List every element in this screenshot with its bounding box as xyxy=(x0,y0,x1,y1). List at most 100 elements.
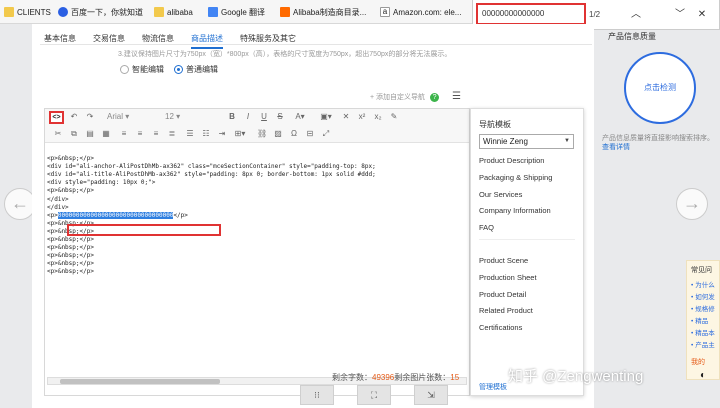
bookmark-alibaba-directory[interactable]: Alibaba制造商目录... xyxy=(280,6,366,18)
text-color-icon[interactable]: A▾ xyxy=(293,111,307,123)
unlink-icon[interactable]: ⛓ xyxy=(257,128,267,140)
hr-icon[interactable]: ⊟ xyxy=(305,128,315,140)
nav-template-select[interactable]: Winnie Zeng ▼ xyxy=(479,134,574,149)
font-family-select[interactable]: Arial ▾ xyxy=(107,111,155,123)
bookmark-google-translate[interactable]: Google 翻译 xyxy=(208,6,265,18)
numbered-list-icon[interactable]: ☷ xyxy=(201,128,211,140)
align-center-icon[interactable]: ≡ xyxy=(135,128,145,140)
arrow-left-icon: ← xyxy=(11,193,29,213)
faq-item[interactable]: 为什么 xyxy=(691,279,715,289)
bullet-list-icon[interactable]: ☰ xyxy=(185,128,195,140)
faq-box: 常见问 为什么 如何发 规格修 精品 精品本 产品主 我的 xyxy=(686,260,720,380)
indent-icon[interactable]: ⇥ xyxy=(217,128,227,140)
clear-icon[interactable]: ✎ xyxy=(389,111,399,123)
undo-icon[interactable]: ↶ xyxy=(69,111,79,123)
find-input[interactable]: 00000000000000 xyxy=(476,3,586,25)
smart-edit-radio[interactable] xyxy=(120,65,129,75)
image-size-hint: 3.建议保持图片尺寸为750px（宽）*800px（高），表格的尺寸宽度为750… xyxy=(118,51,452,58)
strikethrough-icon[interactable]: S xyxy=(275,111,285,123)
image-icon[interactable]: ▨ xyxy=(273,128,283,140)
italic-icon[interactable]: I xyxy=(243,111,253,123)
font-family-value: Arial xyxy=(107,112,124,121)
align-justify-icon[interactable]: ≣ xyxy=(167,128,177,140)
images-value: 15 xyxy=(450,373,460,382)
font-size-select[interactable]: 12 ▾ xyxy=(165,111,215,123)
nav-item-related-product[interactable]: Related Product xyxy=(479,303,579,320)
align-right-icon[interactable]: ≡ xyxy=(151,128,161,140)
find-next-button[interactable]: ﹀ xyxy=(671,6,689,24)
fit-view-button[interactable]: ⛶ xyxy=(357,385,391,405)
help-icon[interactable]: ? xyxy=(430,92,440,102)
nav-item-product-scene[interactable]: Product Scene xyxy=(479,253,579,270)
bookmark-alibaba[interactable]: alibaba xyxy=(154,6,193,18)
tab-basic-info[interactable]: 基本信息 xyxy=(44,30,76,49)
export-button[interactable]: ⇲ xyxy=(414,385,448,405)
copy-icon[interactable]: ⧉ xyxy=(69,128,79,140)
faq-more[interactable]: 我的 xyxy=(691,357,705,367)
tab-special-services[interactable]: 特殊服务及其它 xyxy=(240,30,296,49)
check-quality-button[interactable]: 点击检测 xyxy=(624,52,696,124)
editor-toolbar: <> ↶ ↷ Arial ▾ 12 ▾ B I U S A▾ ▣▾ ✕ x² x… xyxy=(45,109,469,143)
nav-item-company-information[interactable]: Company Information xyxy=(479,203,579,220)
quality-description: 产品信息质量将直接影响搜索排序。查看详情 xyxy=(602,134,718,152)
nav-item-product-detail[interactable]: Product Detail xyxy=(479,287,579,304)
fullscreen-icon[interactable]: ⤢ xyxy=(321,128,331,140)
baidu-paw-icon xyxy=(58,7,68,17)
nav-item-production-sheet[interactable]: Production Sheet xyxy=(479,270,579,287)
add-custom-nav-link[interactable]: + 添加自定义导航? xyxy=(370,92,440,102)
find-prev-button[interactable]: ︿ xyxy=(627,6,645,24)
tab-product-description[interactable]: 商品描述 xyxy=(191,30,223,49)
faq-item[interactable]: 产品主 xyxy=(691,339,715,349)
special-char-icon[interactable]: Ω xyxy=(289,128,299,140)
form-tabs: 基本信息 交易信息 物流信息 商品描述 特殊服务及其它 xyxy=(44,30,296,49)
code-line: <p>&nbsp;</p> xyxy=(47,260,94,268)
normal-edit-radio[interactable] xyxy=(174,65,183,75)
source-code-area[interactable]: <p>&nbsp;</p> <div id="ali-anchor-AliPos… xyxy=(47,147,467,277)
nav-item-certifications[interactable]: Certifications xyxy=(479,320,579,337)
find-close-button[interactable]: ✕ xyxy=(693,6,711,24)
faq-item[interactable]: 规格修 xyxy=(691,303,715,313)
code-line: <p>&nbsp;</p> xyxy=(47,236,94,244)
hamburger-menu-icon[interactable]: ☰ xyxy=(452,91,461,102)
nav-item-packaging-shipping[interactable]: Packaging & Shipping xyxy=(479,170,579,187)
cut-icon[interactable]: ✂ xyxy=(53,128,63,140)
remove-format-icon[interactable]: ✕ xyxy=(341,111,351,123)
align-left-icon[interactable]: ≡ xyxy=(119,128,129,140)
view-details-link[interactable]: 查看详情 xyxy=(602,144,630,151)
faq-item[interactable]: 精品本 xyxy=(691,327,715,337)
faq-item[interactable]: 如何发 xyxy=(691,291,715,301)
superscript-icon[interactable]: x² xyxy=(357,111,367,123)
bookmark-label: CLIENTS xyxy=(17,7,51,17)
tab-logistics-info[interactable]: 物流信息 xyxy=(142,30,174,49)
caret-down-icon: ▼ xyxy=(564,138,570,144)
tabs-divider xyxy=(40,44,592,45)
bold-icon[interactable]: B xyxy=(227,111,237,123)
underline-icon[interactable]: U xyxy=(259,111,269,123)
grid-view-button[interactable]: ⁝⁝ xyxy=(300,385,334,405)
normal-edit-option[interactable]: 普通编辑 xyxy=(174,64,218,75)
paste-text-icon[interactable]: ▦ xyxy=(101,128,111,140)
scrollbar-thumb[interactable] xyxy=(60,379,220,384)
table-icon[interactable]: ⊞▾ xyxy=(233,128,247,140)
subscript-icon[interactable]: x₂ xyxy=(373,111,383,123)
nav-item-product-description[interactable]: Product Description xyxy=(479,153,579,170)
nav-item-our-services[interactable]: Our Services xyxy=(479,187,579,204)
manage-templates-link[interactable]: 管理模板 xyxy=(479,382,507,392)
bookmark-baidu[interactable]: 百度一下，你就知道 xyxy=(58,6,143,18)
quality-description-text: 产品信息质量将直接影响搜索排序。 xyxy=(602,135,714,142)
bookmark-clients[interactable]: CLIENTS xyxy=(4,6,51,18)
paste-icon[interactable]: ▤ xyxy=(85,128,95,140)
bookmark-amazon[interactable]: a Amazon.com: ele... xyxy=(380,6,461,18)
nav-item-faq[interactable]: FAQ xyxy=(479,220,579,237)
chevron-down-icon: ﹀ xyxy=(675,9,685,20)
qq-penguin-icon[interactable]: ◐ xyxy=(700,370,712,384)
tab-trade-info[interactable]: 交易信息 xyxy=(93,30,125,49)
code-line: <div id="ali-anchor-AliPostDhMb-ax362" c… xyxy=(47,163,376,171)
source-code-button[interactable]: <> xyxy=(49,111,64,124)
code-line: </div> xyxy=(47,203,69,211)
redo-icon[interactable]: ↷ xyxy=(85,111,95,123)
smart-edit-option[interactable]: 智能编辑 xyxy=(120,64,164,75)
smart-edit-label: 智能编辑 xyxy=(132,65,164,74)
faq-item[interactable]: 精品 xyxy=(691,315,708,325)
bg-color-icon[interactable]: ▣▾ xyxy=(319,111,333,123)
